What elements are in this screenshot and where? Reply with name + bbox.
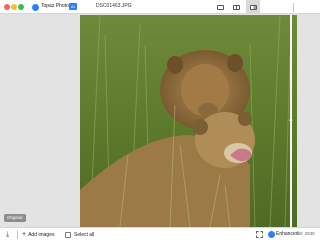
preview-canvas[interactable] bbox=[0, 15, 320, 227]
fit-to-screen-icon[interactable] bbox=[256, 231, 263, 238]
side-by-side-icon bbox=[232, 4, 240, 10]
select-all-toggle[interactable]: Select all bbox=[65, 230, 94, 239]
app-name: Topaz Photo bbox=[41, 3, 69, 9]
toolbar-divider bbox=[17, 230, 18, 239]
ai-badge: AI bbox=[69, 3, 77, 10]
split-view-icon bbox=[249, 4, 257, 10]
window-close-button[interactable] bbox=[4, 4, 10, 10]
select-all-checkbox[interactable] bbox=[65, 231, 71, 238]
download-icon[interactable]: ⤓ bbox=[4, 231, 11, 238]
side-by-side-view-button[interactable] bbox=[229, 0, 243, 14]
split-view-button[interactable] bbox=[246, 0, 260, 14]
app-logo-icon bbox=[32, 4, 39, 11]
add-images-label: Add images bbox=[28, 231, 55, 238]
image-dimensions: W: 2835 bbox=[298, 231, 315, 236]
title-bar: Topaz Photo AI DSC01463.JPG bbox=[0, 0, 320, 14]
window-maximize-button[interactable] bbox=[18, 4, 24, 10]
original-label: Original bbox=[4, 214, 26, 222]
plus-icon: + bbox=[22, 231, 27, 238]
single-view-button[interactable] bbox=[213, 0, 227, 14]
bottom-toolbar: ⤓ + Add images Select all Enhanced W: 28… bbox=[0, 227, 320, 240]
enhanced-label: Enhanced bbox=[276, 231, 299, 237]
topaz-photo-window: Topaz Photo AI DSC01463.JPG ↔ Original ⤓… bbox=[0, 0, 320, 240]
toolbar-divider bbox=[293, 3, 294, 12]
single-view-icon bbox=[216, 4, 224, 10]
add-images-button[interactable]: + Add images bbox=[22, 230, 55, 239]
photo-image bbox=[80, 15, 297, 227]
split-drag-handle-icon[interactable]: ↔ bbox=[286, 116, 296, 124]
lion-photo-preview bbox=[80, 15, 297, 227]
select-all-label: Select all bbox=[74, 231, 95, 238]
window-minimize-button[interactable] bbox=[11, 4, 17, 10]
enhanced-status-icon bbox=[268, 231, 275, 238]
file-name: DSC01463.JPG bbox=[96, 3, 132, 9]
